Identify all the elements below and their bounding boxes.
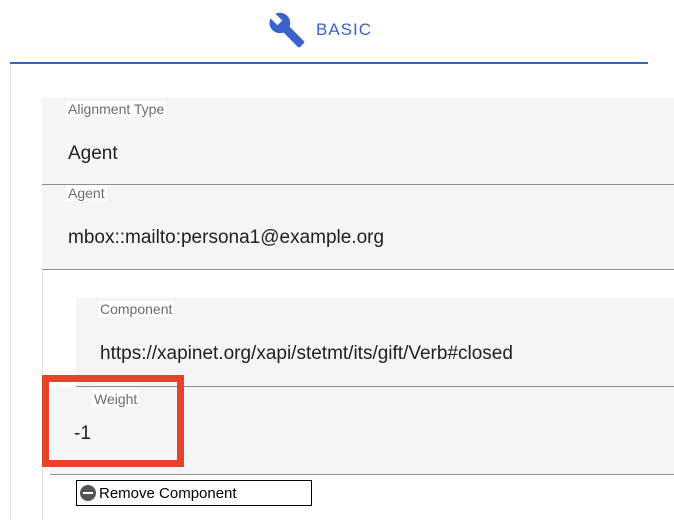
tab-basic[interactable]: BASIC [268,10,372,50]
component-value: https://xapinet.org/xapi/stetmt/its/gift… [100,343,513,364]
weight-value: -1 [74,423,91,444]
weight-field[interactable]: Weight -1 [50,387,674,475]
weight-label: Weight [92,391,140,407]
agent-field[interactable]: Agent mbox::mailto:persona1@example.org [42,185,674,270]
component-field[interactable]: Component https://xapinet.org/xapi/stetm… [76,298,674,387]
alignment-type-label: Alignment Type [66,101,167,117]
wrench-icon [268,11,306,49]
component-label: Component [98,301,175,317]
remove-component-label: Remove Component [99,484,237,502]
minus-circle-icon [80,485,96,501]
alignment-type-field[interactable]: Alignment Type Agent [42,98,674,185]
agent-value: mbox::mailto:persona1@example.org [68,227,385,248]
remove-component-button[interactable]: Remove Component [76,480,312,506]
agent-label: Agent [66,185,107,201]
alignment-type-value: Agent [68,143,118,164]
tab-basic-label: BASIC [316,20,373,39]
